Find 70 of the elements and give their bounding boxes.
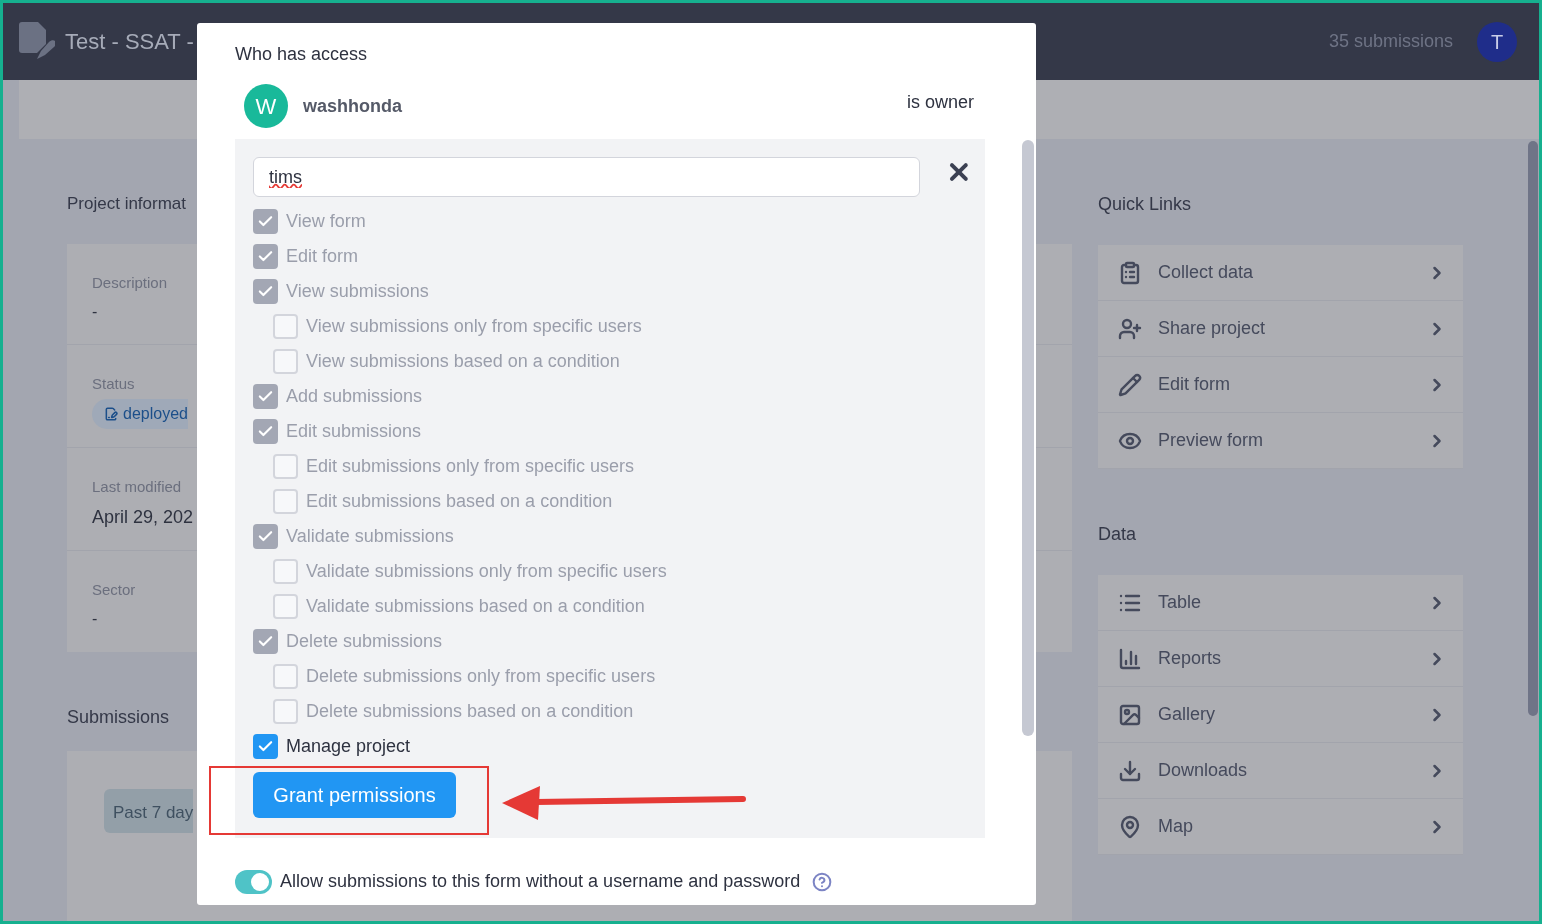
map-pin-icon [1118,814,1142,839]
username-field[interactable]: tims [253,157,921,197]
period-button[interactable]: Past 7 day [104,788,194,833]
grant-permissions-button[interactable]: Grant permissions [253,772,456,818]
owner-avatar: W [244,84,288,128]
document-icon [104,406,119,422]
toggle-label: Allow submissions to this form without a username and password [280,870,801,893]
permission-label: Validate submissions [286,525,454,548]
dialog-scrollbar[interactable] [1022,140,1034,736]
permission-label: Edit submissions [286,420,422,443]
section-heading: Submissions [67,705,170,729]
pencil-icon [1118,372,1142,397]
link-label: Table [1158,591,1203,614]
permission-label: Validate submissions only from specific users [306,560,667,583]
help-icon[interactable] [812,871,833,892]
permission-label: View submissions only from specific users [306,315,642,338]
link-row[interactable]: Collect data [1098,245,1463,301]
user-avatar[interactable]: T [1477,21,1517,62]
permission-label: Edit submissions based on a condition [306,490,613,513]
link-row[interactable]: Preview form [1098,413,1463,469]
permission-label: Add submissions [286,385,423,408]
permission-label: View form [286,210,366,233]
permission-label: Delete submissions based on a condition [306,700,634,723]
project-title: Test - SSAT - [65,28,194,56]
link-row[interactable]: Table [1098,575,1463,631]
permission-label: Validate submissions based on a condition [306,595,645,618]
permission-label: Edit submissions only from specific users [306,455,635,478]
status-badge: deployed [92,399,188,429]
link-row[interactable]: Gallery [1098,687,1463,743]
link-label: Reports [1158,647,1223,670]
permission-label: Delete submissions only from specific users [306,665,656,688]
field-value: April 29, 202 [92,506,194,529]
link-label: Downloads [1158,759,1249,782]
permission-label: View submissions [286,280,429,303]
link-label: Collect data [1158,261,1255,284]
link-row[interactable]: Reports [1098,631,1463,687]
bar-chart-icon [1118,646,1142,671]
download-icon [1118,758,1142,783]
add-user-icon [1118,316,1142,341]
scrollbar[interactable] [1528,141,1538,716]
link-row[interactable]: Share project [1098,301,1463,357]
field-label: Sector [92,579,136,600]
owner-role: is owner [906,90,974,114]
link-row[interactable]: Downloads [1098,743,1463,799]
owner-username: washhonda [303,94,402,118]
toggle-switch[interactable] [235,869,272,894]
dialog-title: Who has access [235,43,369,66]
permission-label: Edit form [286,245,359,268]
image-icon [1118,702,1142,727]
field-label: Status [92,373,135,394]
clipboard-icon [1118,260,1142,285]
section-heading: Data [1098,523,1137,546]
field-value: - [92,609,98,629]
link-label: Share project [1158,317,1267,340]
link-row[interactable]: Map [1098,799,1463,855]
permission-label: Manage project [286,735,411,758]
link-label: Gallery [1158,703,1216,726]
field-label: Description [92,272,168,293]
field-label: Last modified [92,476,182,497]
permission-label: View submissions based on a condition [306,350,620,373]
link-label: Edit form [1158,373,1232,396]
permission-label: Delete submissions [286,630,443,653]
field-value: - [92,302,98,322]
section-heading: Quick Links [1098,193,1192,216]
link-label: Preview form [1158,429,1265,452]
link-label: Map [1158,815,1194,838]
submission-count: 35 submissions [1328,30,1453,53]
section-heading: Project informat [67,193,187,215]
link-row[interactable]: Edit form [1098,357,1463,413]
checkbox[interactable] [253,734,278,759]
